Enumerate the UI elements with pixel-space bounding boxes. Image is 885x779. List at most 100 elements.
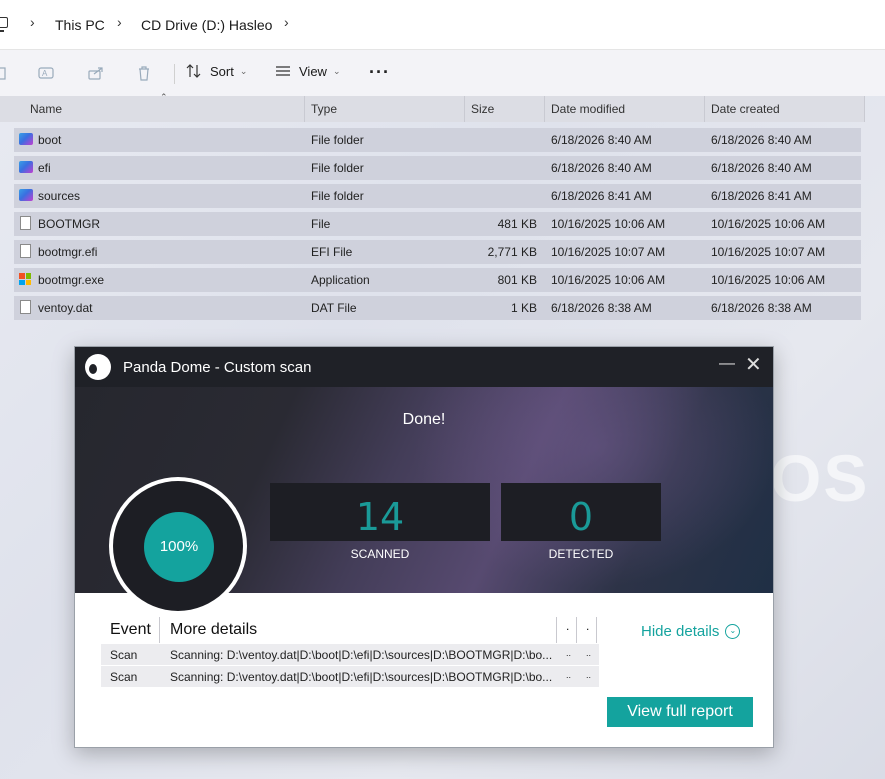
file-type: Application [311,273,370,287]
file-name: ventoy.dat [38,301,93,315]
file-date-modified: 6/18/2026 8:40 AM [551,161,652,175]
view-button[interactable]: View ⌄ [275,63,341,79]
sort-label: Sort [210,63,234,79]
progress-ring: 100% [109,477,247,615]
file-name: BOOTMGR [38,217,100,231]
panda-scan-window: Panda Dome - Custom scan — ✕ Done! 14 SC… [74,346,774,748]
col4-cell: .. [586,670,592,680]
chevron-down-icon: ⌄ [332,65,341,76]
chevron-right-icon[interactable]: › [117,14,122,30]
file-date-created: 6/18/2026 8:40 AM [711,133,812,147]
exe-icon [19,273,31,285]
file-date-created: 10/16/2025 10:06 AM [711,273,826,287]
file-date-created: 6/18/2026 8:41 AM [711,189,812,203]
col3-cell: .. [566,670,572,680]
file-name: bootmgr.exe [38,273,105,287]
file-row-ventoy-dat[interactable]: ventoy.dat DAT File 1 KB 6/18/2026 8:38 … [14,296,861,320]
scan-status: Done! [402,411,446,428]
file-name: efi [38,161,51,175]
file-size: 481 KB [497,217,537,231]
file-date-modified: 10/16/2025 10:06 AM [551,217,666,231]
computer-icon[interactable] [0,17,8,32]
panda-logo-icon [85,354,111,380]
sort-icon [186,64,201,78]
progress-percent: 100% [144,512,214,582]
column-name[interactable]: Name [24,96,305,122]
file-date-created: 10/16/2025 10:07 AM [711,245,826,259]
file-row-bootmgr-efi[interactable]: bootmgr.efi EFI File 2,771 KB 10/16/2025… [14,240,861,264]
window-titlebar[interactable]: Panda Dome - Custom scan — ✕ [75,347,773,387]
file-type: File folder [311,133,364,147]
window-title: Panda Dome - Custom scan [123,359,312,376]
folder-icon [19,161,33,173]
file-row-bootmgr[interactable]: BOOTMGR File 481 KB 10/16/2025 10:06 AM … [14,212,861,236]
file-row-sources[interactable]: sources File folder 6/18/2026 8:41 AM 6/… [14,184,861,208]
chevron-right-icon[interactable]: › [284,14,289,30]
table-row[interactable]: Scan Scanning: D:\ventoy.dat|D:\boot|D:\… [101,665,599,687]
scanned-label: SCANNED [350,547,410,561]
chevron-down-icon: ⌄ [239,65,248,76]
file-row-efi[interactable]: efi File folder 6/18/2026 8:40 AM 6/18/2… [14,156,861,180]
chevron-down-circle-icon: ⌄ [725,624,741,639]
minimize-button[interactable]: — [719,355,735,373]
more-options-button[interactable]: ··· [369,62,390,83]
detected-label: DETECTED [548,547,614,561]
event-cell: Scan [110,670,138,684]
file-icon [20,244,31,258]
details-cell: Scanning: D:\ventoy.dat|D:\boot|D:\efi|D… [170,670,552,684]
file-name: boot [38,133,62,147]
column-date-created[interactable]: Date created [705,96,865,122]
file-type: File folder [311,161,364,175]
file-icon [20,216,31,230]
scan-events-table: Event More details . . Scan Scanning: D:… [101,617,599,687]
col4-cell: .. [586,648,592,658]
rename-icon[interactable]: A [38,65,54,81]
svg-text:A: A [42,69,48,78]
file-date-modified: 6/18/2026 8:40 AM [551,133,652,147]
file-type: File folder [311,189,364,203]
file-row-bootmgr-exe[interactable]: bootmgr.exe Application 801 KB 10/16/202… [14,268,861,292]
file-icon [20,300,31,314]
file-date-created: 6/18/2026 8:40 AM [711,161,812,175]
table-header: Event More details . . [101,617,599,643]
file-row-boot[interactable]: boot File folder 6/18/2026 8:40 AM 6/18/… [14,128,861,152]
share-icon[interactable] [88,65,104,81]
folder-icon [19,189,33,201]
file-date-modified: 10/16/2025 10:07 AM [551,245,666,259]
breadcrumb-this-pc[interactable]: This PC [55,17,105,33]
scanned-count: 14 [355,495,405,539]
file-date-created: 10/16/2025 10:06 AM [711,217,826,231]
column-date-modified[interactable]: Date modified [545,96,705,122]
copy-icon[interactable] [0,65,8,81]
view-label: View [299,63,327,79]
folder-icon [19,133,33,145]
hide-details-link[interactable]: Hide details ⌄ [641,623,741,640]
header-col3[interactable]: . [566,619,569,633]
close-button[interactable]: ✕ [745,355,762,375]
file-date-modified: 10/16/2025 10:06 AM [551,273,666,287]
background-watermark: OS [770,441,870,515]
file-date-created: 6/18/2026 8:38 AM [711,301,812,315]
file-name: bootmgr.efi [38,245,98,259]
sort-button[interactable]: Sort ⌄ [186,63,247,79]
file-size: 2,771 KB [487,245,537,259]
toolbar-divider [174,64,175,84]
header-more-details[interactable]: More details [170,621,257,639]
explorer-toolbar: A Sort ⌄ View ⌄ ··· [0,50,885,96]
header-event[interactable]: Event [110,621,151,639]
column-size[interactable]: Size [465,96,545,122]
view-icon [276,66,290,76]
view-full-report-button[interactable]: View full report [607,697,753,727]
hide-details-label: Hide details [641,623,720,640]
table-row[interactable]: Scan Scanning: D:\ventoy.dat|D:\boot|D:\… [101,643,599,665]
chevron-right-icon[interactable]: › [30,14,35,30]
file-list: boot File folder 6/18/2026 8:40 AM 6/18/… [14,128,861,324]
delete-icon[interactable] [136,65,152,81]
file-type: File [311,217,331,231]
header-col4[interactable]: . [586,619,589,633]
column-type[interactable]: Type [305,96,465,122]
breadcrumb-cd-drive[interactable]: CD Drive (D:) Hasleo [141,17,272,33]
file-date-modified: 6/18/2026 8:41 AM [551,189,652,203]
file-type: DAT File [311,301,357,315]
file-size: 1 KB [510,301,537,315]
